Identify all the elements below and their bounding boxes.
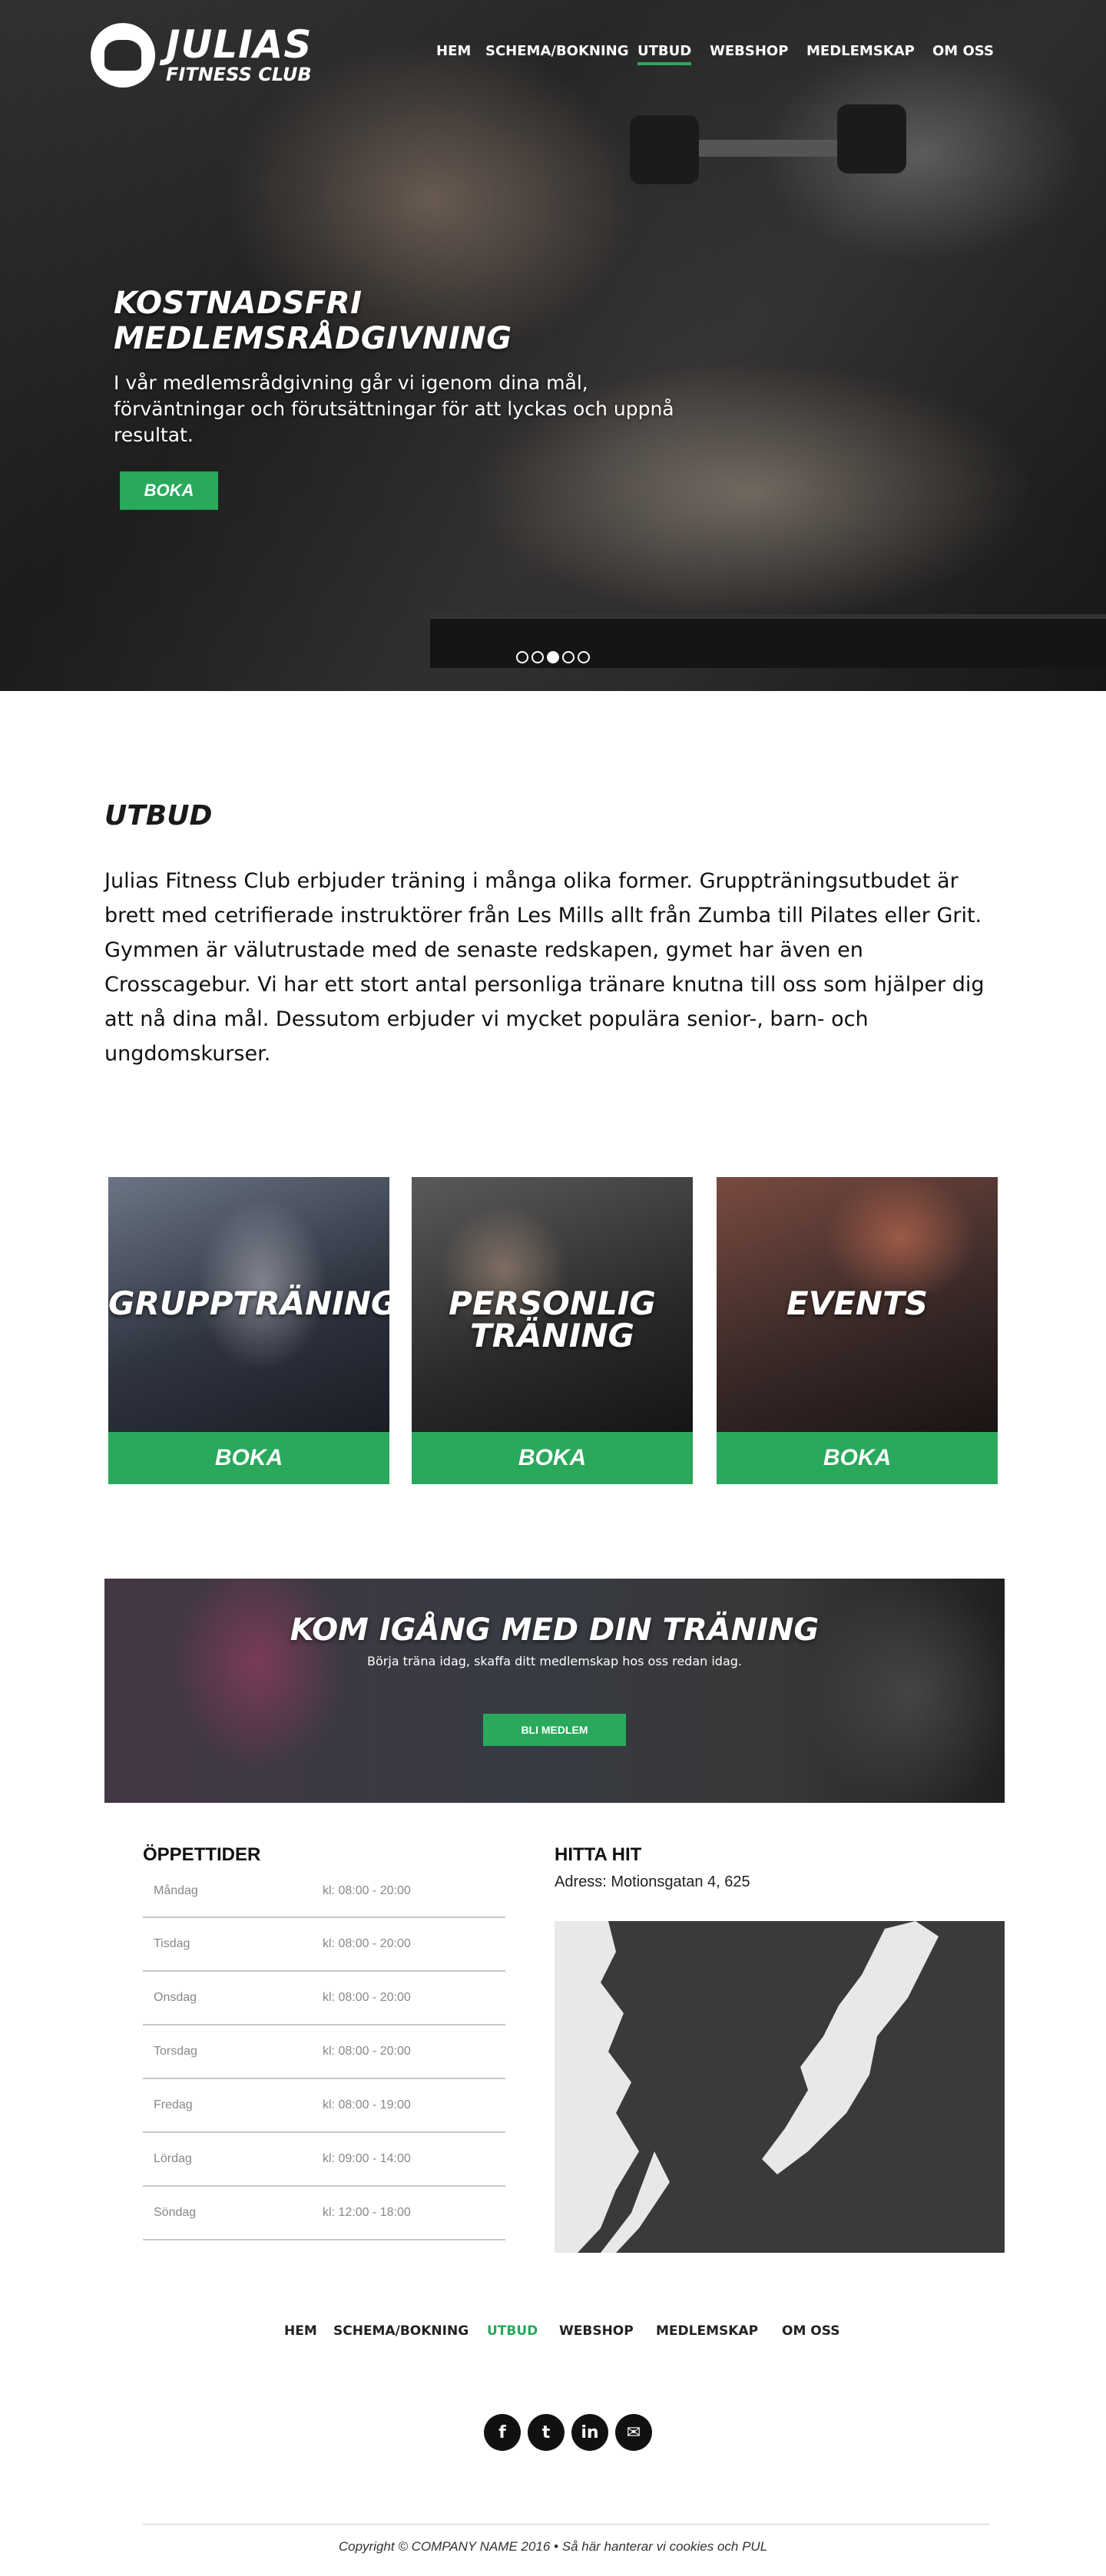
hours-heading: ÖPPETTIDER bbox=[143, 1844, 261, 1865]
card-personlig-traning[interactable]: PERSONLIG TRÄNING BOKA bbox=[412, 1177, 693, 1484]
join-button[interactable]: BLI MEDLEM bbox=[483, 1714, 626, 1746]
slider-dot[interactable] bbox=[578, 651, 590, 663]
dumbbell-graphic bbox=[630, 104, 906, 184]
offer-cards: GRUPPTRÄNING BOKA PERSONLIG TRÄNING BOKA… bbox=[108, 1177, 1001, 1484]
hours-row: Tisdag kl: 08:00 - 20:00 bbox=[143, 1918, 505, 1972]
email-icon[interactable]: ✉ bbox=[615, 2414, 652, 2451]
card-grupptraning[interactable]: GRUPPTRÄNING BOKA bbox=[108, 1177, 389, 1484]
twitter-icon[interactable]: t bbox=[528, 2414, 565, 2451]
section-body: Julias Fitness Club erbjuder träning i m… bbox=[104, 869, 985, 1066]
hero-copy: KOSTNADSFRI MEDLEMSRÅDGIVNING I vår medl… bbox=[114, 286, 728, 510]
slider-dot[interactable] bbox=[562, 651, 575, 663]
hours-row: Söndag kl: 12:00 - 18:00 bbox=[143, 2187, 505, 2240]
nav-item-schema-bokning[interactable]: SCHEMA/BOKNING bbox=[485, 43, 629, 59]
social-links: f t in ✉ bbox=[484, 2414, 652, 2451]
site-logo[interactable]: JULIAS FITNESS CLUB bbox=[91, 23, 312, 88]
card-title: EVENTS bbox=[786, 1285, 928, 1322]
card-title-line2: TRÄNING bbox=[470, 1317, 634, 1354]
copyright-text: Copyright © COMPANY NAME 2016 • Så här h… bbox=[338, 2539, 768, 2554]
footer-nav-utbud[interactable]: UTBUD bbox=[487, 2323, 538, 2339]
address-text: Adress: Motionsgatan 4, 625 bbox=[555, 1873, 750, 1890]
cta-title: KOM IGÅNG MED DIN TRÄNING bbox=[290, 1612, 820, 1648]
hours-row: Lördag kl: 09:00 - 14:00 bbox=[143, 2133, 505, 2187]
footer-nav-om-oss[interactable]: OM OSS bbox=[782, 2323, 839, 2339]
slider-dot-active[interactable] bbox=[547, 651, 559, 663]
card-title-line1: PERSONLIG bbox=[449, 1285, 656, 1322]
footer-nav-medlemskap[interactable]: MEDLEMSKAP bbox=[656, 2323, 758, 2339]
location-map[interactable] bbox=[555, 1921, 1005, 2253]
slider-dots bbox=[516, 651, 590, 663]
find-us-heading: HITTA HIT bbox=[555, 1844, 642, 1865]
hours-row: Måndag kl: 08:00 - 20:00 bbox=[143, 1875, 505, 1918]
hours-list: Måndag kl: 08:00 - 20:00 Tisdag kl: 08:00 … bbox=[143, 1875, 505, 2240]
hero-text: I vår medlemsrådgivning går vi igenom di… bbox=[114, 372, 674, 446]
find-us: HITTA HIT Adress: Motionsgatan 4, 625 bbox=[555, 1844, 1005, 2253]
hours-row: Onsdag kl: 08:00 - 20:00 bbox=[143, 1972, 505, 2025]
hero-title: KOSTNADSFRI MEDLEMSRÅDGIVNING bbox=[114, 286, 512, 356]
card-book-button[interactable]: BOKA bbox=[412, 1432, 693, 1484]
cta-banner: KOM IGÅNG MED DIN TRÄNING Börja träna id… bbox=[104, 1579, 1005, 1803]
footer-divider bbox=[143, 2524, 989, 2525]
nav-item-medlemskap[interactable]: MEDLEMSKAP bbox=[806, 43, 915, 59]
facebook-icon[interactable]: f bbox=[484, 2414, 521, 2451]
nav-item-utbud[interactable]: UTBUD bbox=[637, 43, 692, 65]
footer-nav-webshop[interactable]: WEBSHOP bbox=[559, 2323, 634, 2339]
logo-mark-icon bbox=[91, 23, 155, 88]
nav-item-hem[interactable]: HEM bbox=[436, 43, 471, 59]
hero-slider: JULIAS FITNESS CLUB HEM SCHEMA/BOKNING U… bbox=[0, 0, 1106, 691]
utbud-section: UTBUD Julias Fitness Club erbjuder träni… bbox=[0, 691, 998, 1071]
card-title: GRUPPTRÄNING bbox=[108, 1285, 389, 1322]
footer-nav: HEM SCHEMA/BOKNING UTBUD WEBSHOP MEDLEMS… bbox=[284, 2323, 839, 2346]
slider-dot[interactable] bbox=[531, 651, 544, 663]
footer-nav-hem[interactable]: HEM bbox=[284, 2323, 317, 2339]
logo-name: JULIAS bbox=[166, 22, 313, 67]
hours-row: Fredag kl: 08:00 - 19:00 bbox=[143, 2079, 505, 2133]
card-book-button[interactable]: BOKA bbox=[108, 1432, 389, 1484]
card-events[interactable]: EVENTS BOKA bbox=[717, 1177, 998, 1484]
logo-subname: FITNESS CLUB bbox=[166, 64, 312, 85]
footer-nav-schema-bokning[interactable]: SCHEMA/BOKNING bbox=[333, 2323, 469, 2339]
map-land-shapes bbox=[555, 1921, 939, 2253]
nav-item-om-oss[interactable]: OM OSS bbox=[932, 43, 994, 59]
nav-item-webshop[interactable]: WEBSHOP bbox=[710, 43, 788, 59]
card-book-button[interactable]: BOKA bbox=[717, 1432, 998, 1484]
cta-subtitle: Börja träna idag, skaffa ditt medlemskap… bbox=[366, 1654, 742, 1668]
hero-book-button[interactable]: BOKA bbox=[120, 471, 218, 510]
hours-row: Torsdag kl: 08:00 - 20:00 bbox=[143, 2025, 505, 2079]
linkedin-icon[interactable]: in bbox=[571, 2414, 608, 2451]
opening-hours: ÖPPETTIDER Måndag kl: 08:00 - 20:00 Tisda… bbox=[143, 1844, 505, 2240]
slider-dot[interactable] bbox=[516, 651, 528, 663]
section-heading: UTBUD bbox=[104, 800, 213, 832]
